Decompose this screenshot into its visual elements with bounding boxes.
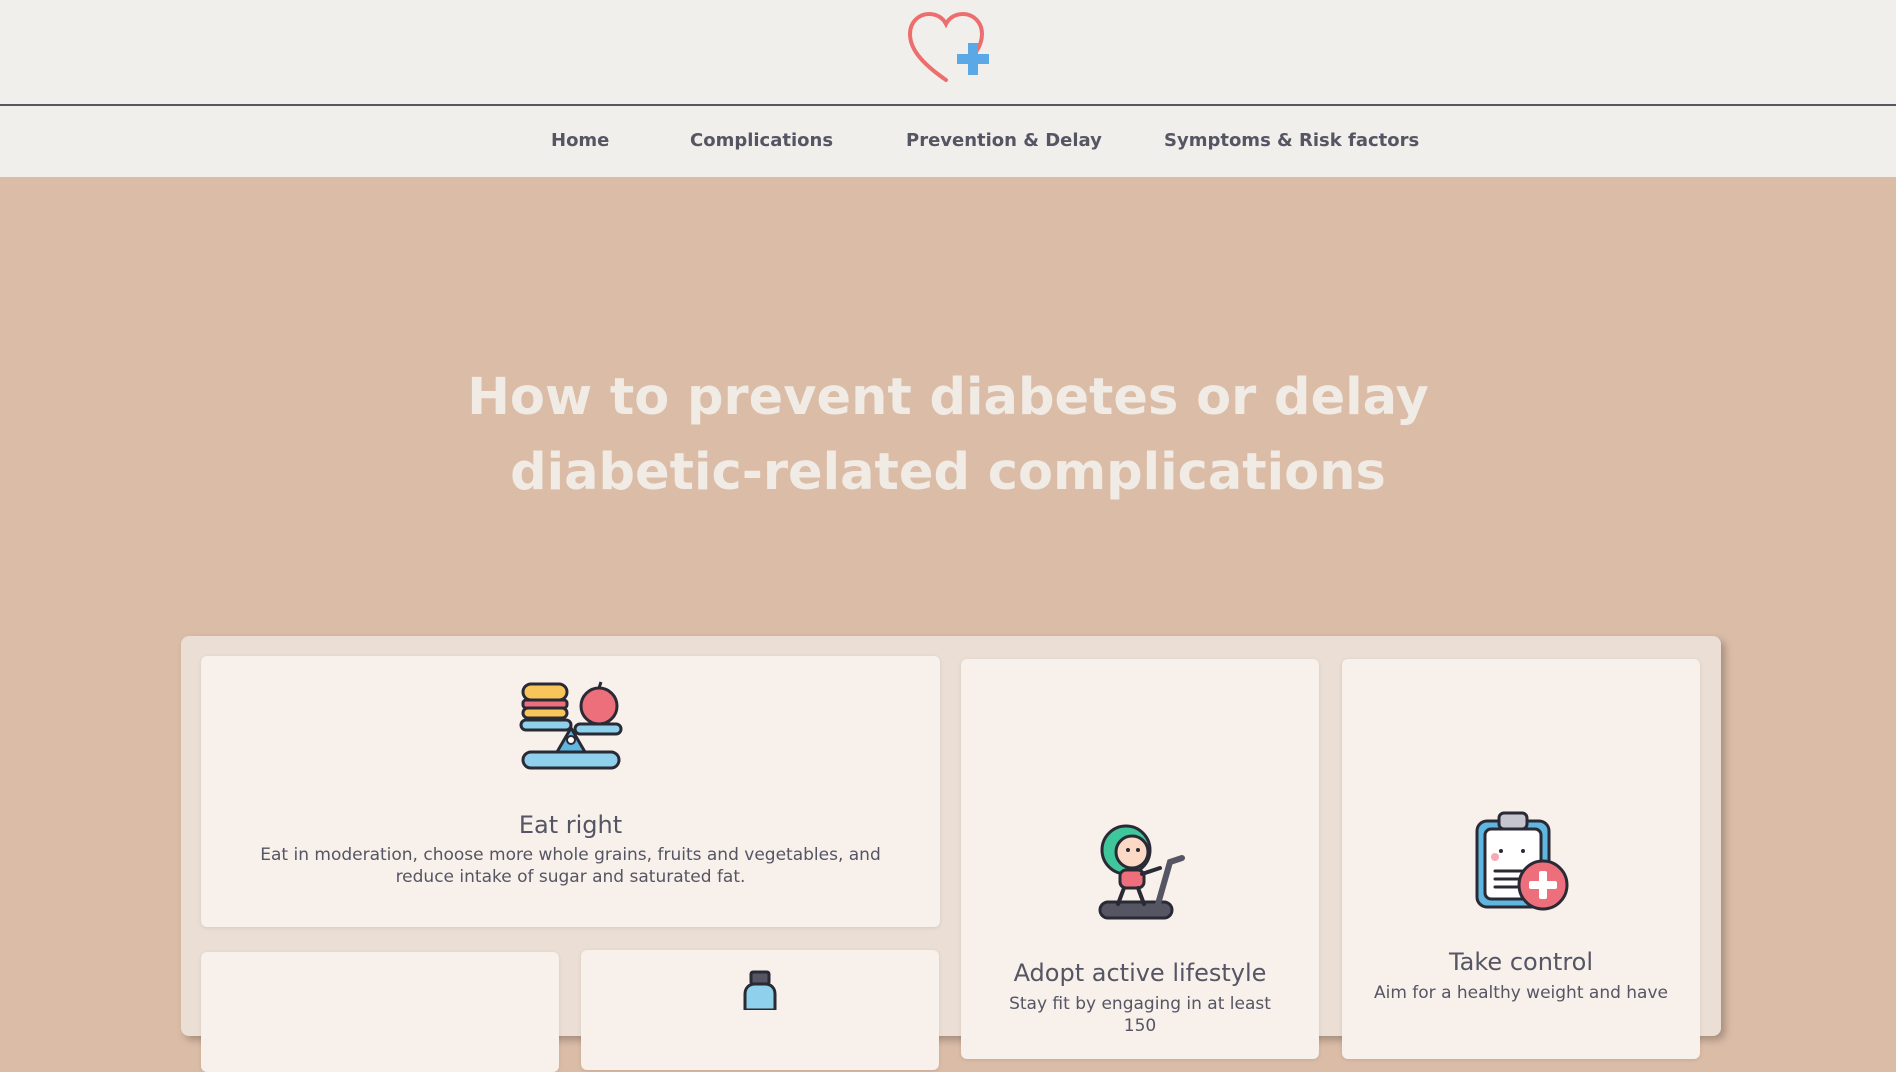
balance-scale-food-icon — [519, 681, 622, 770]
card-eat-right: Eat right Eat in moderation, choose more… — [201, 656, 940, 927]
card-text-take-control: Aim for a healthy weight and have — [1373, 983, 1668, 1003]
card-text-adopt-active-lifestyle: Stay fit by engaging in at least 150 — [1009, 994, 1271, 1036]
card-bottom-left — [201, 952, 559, 1072]
heart-plus-logo-icon[interactable] — [906, 8, 996, 88]
nav-item-prevention-delay[interactable]: Prevention & Delay — [906, 130, 1102, 151]
nav-item-home[interactable]: Home — [551, 130, 609, 151]
card-title-take-control: Take control — [1448, 948, 1594, 976]
hero-title-line-1: How to prevent diabetes or delay — [467, 368, 1429, 427]
hero-title-line-2: diabetic-related complications — [510, 443, 1386, 502]
card-text-eat-right: Eat in moderation, choose more whole gra… — [260, 845, 881, 887]
card-bottom-middle — [581, 950, 939, 1070]
main-navigation: Home Complications Prevention & Delay Sy… — [0, 106, 1896, 177]
card-take-control: Take control Aim for a healthy weight an… — [1342, 659, 1700, 1059]
card-title-eat-right: Eat right — [518, 811, 623, 839]
prevention-cards-panel: Eat right Eat in moderation, choose more… — [181, 636, 1721, 1072]
top-header — [0, 0, 1896, 106]
nav-item-symptoms-risk-factors[interactable]: Symptoms & Risk factors — [1164, 130, 1419, 151]
card-title-adopt-active-lifestyle: Adopt active lifestyle — [1013, 959, 1267, 987]
nav-item-complications[interactable]: Complications — [690, 130, 833, 151]
card-adopt-active-lifestyle: Adopt active lifestyle Stay fit by engag… — [961, 659, 1319, 1059]
water-bottle-icon — [743, 970, 777, 1010]
treadmill-runner-icon — [1098, 824, 1185, 920]
clipboard-medical-icon — [1475, 811, 1569, 911]
hero-title: How to prevent diabetes or delay diabeti… — [448, 360, 1448, 510]
